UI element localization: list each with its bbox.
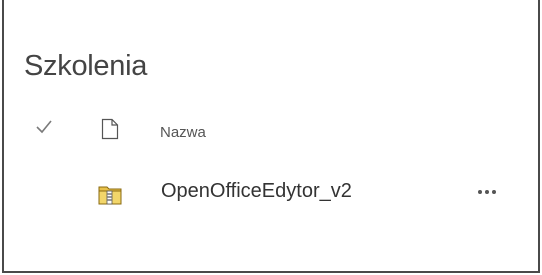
item-name-link[interactable]: OpenOfficeEdytor_v2 [161, 180, 352, 203]
zip-folder-icon [98, 186, 122, 205]
list-item[interactable]: OpenOfficeEdytor_v2 [4, 176, 538, 212]
checkmark-icon[interactable] [36, 120, 52, 134]
list-header-row: Nazwa [4, 118, 538, 148]
list-webpart: Szkolenia Nazwa OpenOfficeEdytor_v2 [2, 0, 540, 273]
ellipsis-icon [478, 190, 482, 194]
column-header-name[interactable]: Nazwa [160, 124, 206, 141]
document-type-icon [101, 118, 119, 140]
more-options-button[interactable] [470, 180, 504, 204]
page-title: Szkolenia [24, 50, 148, 82]
